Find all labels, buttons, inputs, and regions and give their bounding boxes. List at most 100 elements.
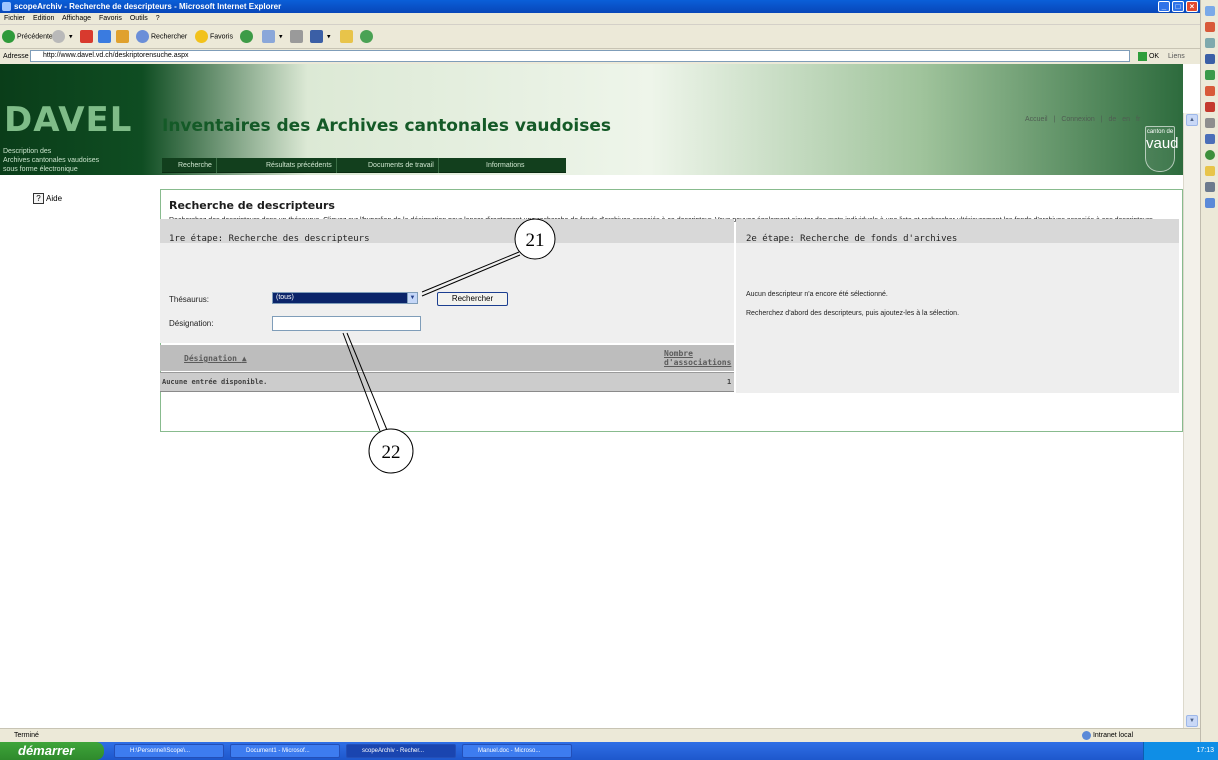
minimize-icon[interactable]: _: [1158, 1, 1170, 12]
menu-outils[interactable]: Outils: [130, 15, 148, 22]
back-button[interactable]: Précédente ▾: [2, 30, 58, 44]
results-table-header: Désignation ▲ Nombre d'associations: [160, 345, 734, 371]
messenger-button[interactable]: [360, 30, 375, 44]
step2-message-1: Aucun descripteur n'a encore été sélecti…: [746, 291, 888, 298]
lang-de[interactable]: de: [1109, 116, 1117, 123]
excel-icon[interactable]: [1205, 70, 1215, 80]
row-count: 1: [727, 378, 732, 386]
logo-subtitle-line-1: Description des: [3, 148, 52, 155]
history-button[interactable]: [240, 30, 255, 44]
address-bar: Adresse http://www.davel.vd.ch/deskripto…: [0, 49, 1200, 64]
word-icon: [310, 30, 323, 43]
address-label: Adresse: [3, 53, 29, 60]
back-arrow-icon: [2, 30, 15, 43]
thesaurus-select[interactable]: (tous) ▼: [272, 292, 418, 304]
start-button[interactable]: démarrer: [0, 742, 104, 760]
page-scrollbar[interactable]: ▲ ▼: [1183, 113, 1200, 728]
chevron-down-icon[interactable]: ▼: [407, 293, 417, 303]
window-icon[interactable]: [1205, 134, 1215, 144]
edit-button[interactable]: ▾: [310, 30, 330, 44]
tool-icon[interactable]: [1205, 198, 1215, 208]
task-manuel[interactable]: Manuel.doc - Microso...: [462, 744, 572, 758]
intranet-icon: [1082, 730, 1091, 740]
print-button[interactable]: [290, 30, 305, 44]
step2-message-2: Recherchez d'abord des descripteurs, pui…: [746, 310, 960, 317]
tool-icon[interactable]: [1205, 22, 1215, 32]
sort-associations-link-line2[interactable]: d'associations: [664, 358, 731, 367]
taskbar: démarrer H:\Personnel\Scope\... Document…: [0, 742, 1218, 760]
sort-ascending-icon: ▲: [241, 354, 247, 363]
designation-field[interactable]: [272, 316, 421, 331]
nav-resultats-precedents[interactable]: Résultats précédents: [262, 158, 337, 173]
designation-label: Désignation:: [169, 319, 214, 328]
lang-en[interactable]: en: [1122, 116, 1130, 123]
print-icon: [290, 30, 303, 43]
forward-button[interactable]: ▾: [52, 30, 72, 44]
menu-affichage[interactable]: Affichage: [62, 15, 91, 22]
url-field[interactable]: http://www.davel.vd.ch/deskriptorensuche…: [30, 50, 1130, 62]
favorites-button[interactable]: Favoris: [195, 30, 233, 44]
step2-title: 2e étape: Recherche de fonds d'archives: [746, 234, 958, 244]
folder-button[interactable]: [340, 30, 355, 44]
separator: |: [1100, 116, 1103, 123]
tree-icon[interactable]: [1205, 150, 1215, 160]
links-label[interactable]: Liens: [1168, 49, 1185, 64]
sort-designation-link[interactable]: Désignation ▲: [184, 354, 247, 363]
stop-button[interactable]: [80, 30, 95, 44]
zone-indicator: Intranet local: [1082, 729, 1133, 743]
step1-title: 1re étape: Recherche des descripteurs: [169, 234, 370, 244]
nav-documents-de-travail[interactable]: Documents de travail: [364, 158, 439, 173]
lang-fr[interactable]: fr: [1136, 116, 1140, 123]
close-icon[interactable]: ×: [1186, 1, 1198, 12]
status-bar: Terminé Intranet local: [0, 728, 1200, 742]
status-text: Terminé: [14, 732, 39, 739]
scroll-down-icon[interactable]: ▼: [1186, 715, 1198, 727]
star-icon: [195, 30, 208, 43]
forward-arrow-icon: [52, 30, 65, 43]
callout-circle-22: [368, 428, 414, 474]
task-scopearchiv[interactable]: scopeArchiv - Recher...: [346, 744, 456, 758]
link-accueil[interactable]: Accueil: [1025, 116, 1048, 123]
menu-help[interactable]: ?: [156, 15, 160, 22]
menu-bar: Fichier Edition Affichage Favoris Outils…: [0, 13, 1200, 25]
tool-icon[interactable]: [1205, 182, 1215, 192]
task-document1[interactable]: Document1 - Microsof...: [230, 744, 340, 758]
pdf-icon[interactable]: [1205, 102, 1215, 112]
folder-icon: [340, 30, 353, 43]
go-button[interactable]: OK: [1138, 49, 1159, 64]
ie-icon-small[interactable]: [1205, 6, 1215, 16]
rechercher-button[interactable]: Rechercher: [437, 292, 508, 306]
stop-icon: [80, 30, 93, 43]
nav-informations[interactable]: Informations: [482, 158, 529, 173]
menu-fichier[interactable]: Fichier: [4, 15, 25, 22]
help-link[interactable]: ? Aide: [33, 193, 62, 204]
powerpoint-icon[interactable]: [1205, 86, 1215, 96]
maximize-icon[interactable]: □: [1172, 1, 1184, 12]
nav-recherche[interactable]: Recherche: [174, 158, 217, 173]
scroll-up-icon[interactable]: ▲: [1186, 114, 1198, 126]
logo-subtitle-line-3: sous forme électronique: [3, 166, 78, 173]
menu-edition[interactable]: Edition: [33, 15, 54, 22]
folder-icon[interactable]: [1205, 166, 1215, 176]
system-tray: 17:13: [1143, 742, 1218, 760]
refresh-button[interactable]: [98, 30, 113, 44]
link-connexion[interactable]: Connexion: [1061, 116, 1094, 123]
mail-button[interactable]: ▾: [262, 30, 282, 44]
tool-icon[interactable]: [1205, 38, 1215, 48]
home-icon: [116, 30, 129, 43]
davel-logo[interactable]: DAVEL: [4, 100, 132, 140]
go-arrow-icon: [1138, 51, 1147, 61]
main-nav: Recherche Résultats précédents Documents…: [162, 158, 566, 173]
callout-label-22: 22: [382, 442, 401, 463]
task-folder[interactable]: H:\Personnel\Scope\...: [114, 744, 224, 758]
word-icon[interactable]: [1205, 54, 1215, 64]
empty-row-text: Aucune entrée disponible.: [162, 378, 268, 386]
sort-associations-link[interactable]: Nombre: [664, 349, 693, 358]
mail-icon: [262, 30, 275, 43]
search-toolbar-button[interactable]: Rechercher: [136, 30, 187, 44]
search-icon: [136, 30, 149, 43]
print-icon[interactable]: [1205, 118, 1215, 128]
help-icon: ?: [33, 193, 44, 204]
menu-favoris[interactable]: Favoris: [99, 15, 122, 22]
home-button[interactable]: [116, 30, 131, 44]
